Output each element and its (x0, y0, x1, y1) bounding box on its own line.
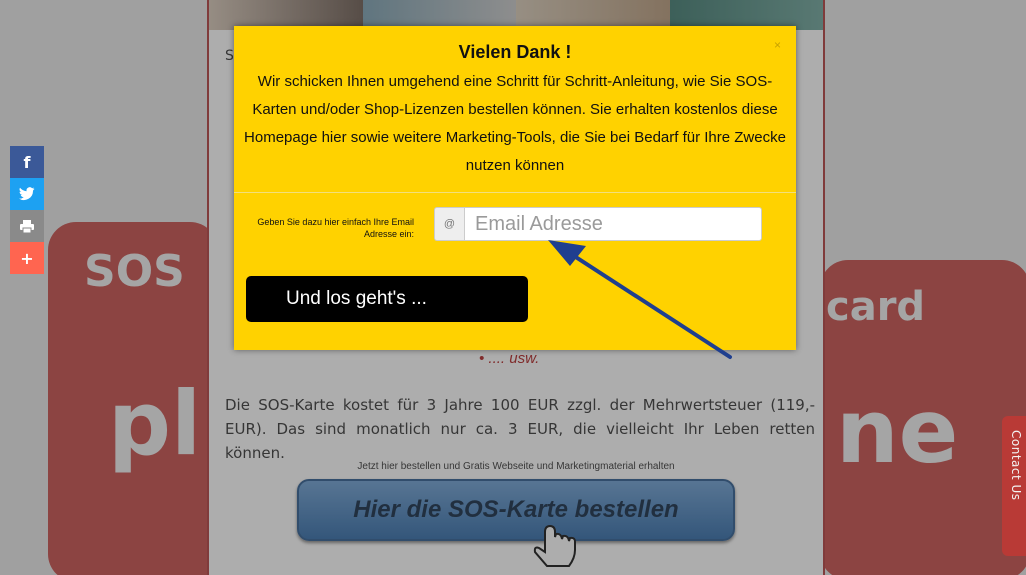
social-share-bar: f + (10, 146, 44, 274)
modal-body-text: Wir schicken Ihnen umgehend eine Schritt… (244, 73, 786, 174)
submit-button[interactable]: Und los geht's ... (246, 276, 528, 322)
twitter-icon[interactable] (10, 178, 44, 210)
contact-us-label: Contact Us (1009, 430, 1023, 501)
thank-you-modal: × Vielen Dank ! Wir schicken Ihnen umgeh… (234, 26, 796, 350)
modal-title: Vielen Dank ! (458, 42, 572, 62)
modal-divider (234, 192, 796, 193)
print-icon[interactable] (10, 210, 44, 242)
contact-us-tab[interactable]: Contact Us (1002, 416, 1026, 556)
share-more-icon[interactable]: + (10, 242, 44, 274)
email-input-group: @ (434, 207, 762, 241)
email-label: Geben Sie dazu hier einfach Ihre Email A… (257, 217, 414, 239)
at-sign-icon: @ (434, 207, 464, 241)
email-input[interactable] (464, 207, 762, 241)
facebook-icon[interactable]: f (10, 146, 44, 178)
